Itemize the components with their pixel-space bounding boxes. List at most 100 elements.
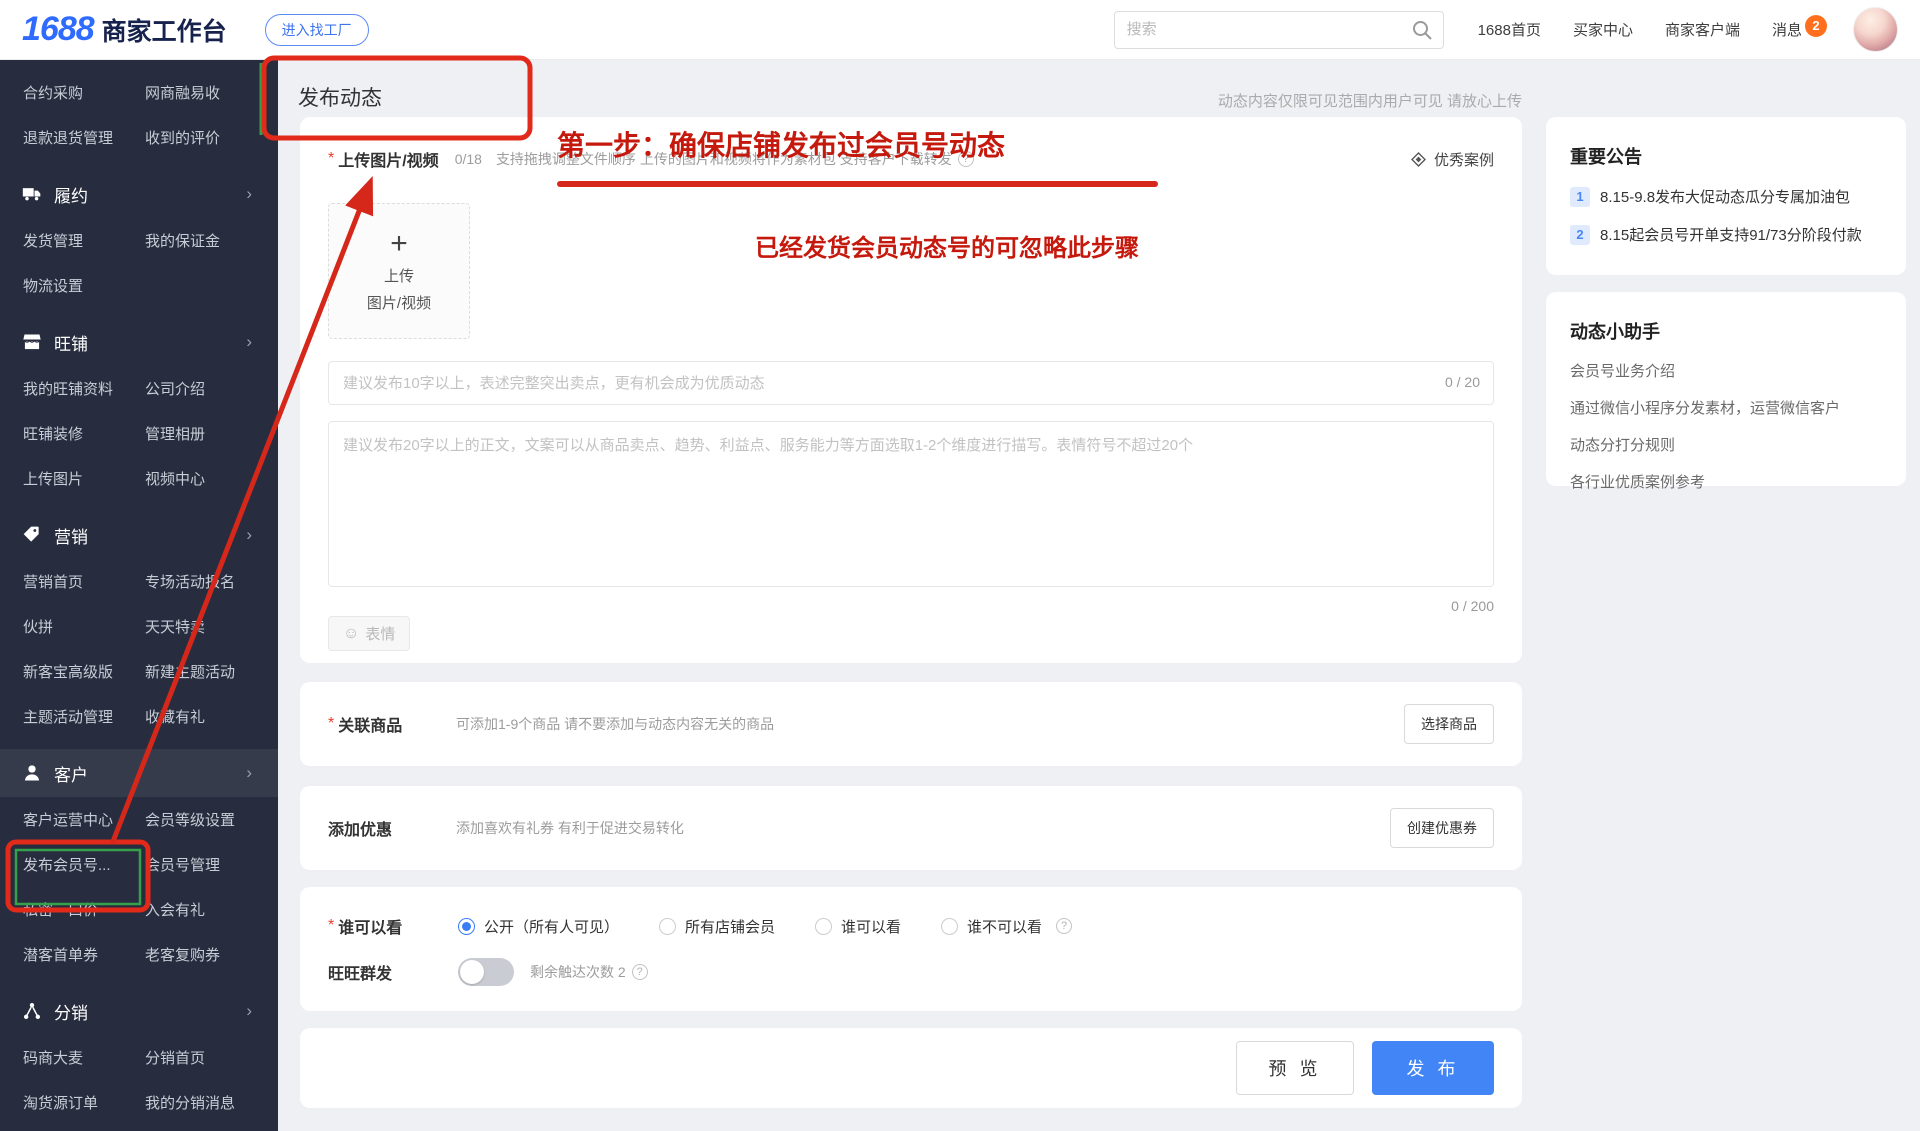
- plus-icon: +: [390, 229, 408, 259]
- upload-label-row: * 上传图片/视频 0/18 支持拖拽调整文件顺序 上传的图片和视频将作为素材包…: [328, 147, 1494, 171]
- broadcast-toggle[interactable]: [458, 958, 514, 986]
- sidebar-link[interactable]: 入会有礼: [145, 899, 252, 920]
- title-field-wrap: 0 / 20: [328, 361, 1494, 405]
- sidebar-link[interactable]: 旺铺装修: [23, 423, 145, 444]
- sidebar-link[interactable]: 视频中心: [145, 468, 252, 489]
- sidebar-link[interactable]: 私密一口价: [23, 899, 145, 920]
- nav-link-buyer-center[interactable]: 买家中心: [1573, 19, 1633, 40]
- chevron-right-icon: ›: [246, 525, 252, 545]
- create-coupon-button[interactable]: 创建优惠券: [1390, 808, 1494, 848]
- sidebar-link[interactable]: 伙拼: [23, 616, 145, 637]
- publish-button[interactable]: 发 布: [1372, 1041, 1494, 1095]
- sidebar-group-header[interactable]: 客户›: [0, 749, 278, 797]
- toggle-knob: [460, 960, 484, 984]
- visibility-option-radio[interactable]: 谁不可以看: [941, 916, 1042, 937]
- sidebar-link[interactable]: 我的分销消息: [145, 1092, 252, 1113]
- preview-button[interactable]: 预 览: [1236, 1041, 1354, 1095]
- sidebar-link[interactable]: 码商大麦: [23, 1047, 145, 1068]
- sidebar: 合约采购网商融易收退款退货管理收到的评价履约›发货管理我的保证金物流设置旺铺›我…: [0, 60, 278, 1131]
- logo-1688[interactable]: 1688 商家工作台: [22, 10, 227, 49]
- broadcast-label-wrap: 旺旺群发: [328, 960, 458, 984]
- related-products-label: 关联商品: [338, 712, 402, 736]
- assistant-link[interactable]: 动态分打分规则: [1570, 434, 1882, 455]
- sidebar-link[interactable]: 上传图片: [23, 468, 145, 489]
- question-icon[interactable]: ?: [1056, 918, 1072, 934]
- sidebar-link[interactable]: 网商融易收: [145, 82, 252, 103]
- sidebar-row: 上传图片视频中心: [0, 456, 278, 501]
- dynamic-title-input[interactable]: [328, 361, 1494, 405]
- announcements-card: 重要公告 18.15-9.8发布大促动态瓜分专属加油包28.15起会员号开单支持…: [1546, 117, 1906, 275]
- sidebar-link[interactable]: 营销首页: [23, 571, 145, 592]
- sidebar-row: 私密一口价入会有礼: [0, 887, 278, 932]
- sidebar-link[interactable]: 公司介绍: [145, 378, 252, 399]
- emoji-button[interactable]: ☺ 表情: [328, 616, 410, 651]
- sidebar-link[interactable]: 会员号管理: [145, 854, 252, 875]
- assistant-link[interactable]: 通过微信小程序分发素材，运营微信客户: [1570, 397, 1882, 418]
- sidebar-link[interactable]: 新建主题活动: [145, 661, 252, 682]
- sidebar-link[interactable]: 管理相册: [145, 423, 252, 444]
- sidebar-link[interactable]: 老客复购券: [145, 944, 252, 965]
- related-products-row: * 关联商品 可添加1-9个商品 请不要添加与动态内容无关的商品 选择商品: [300, 682, 1522, 766]
- user-avatar[interactable]: [1853, 7, 1898, 52]
- announcement-item[interactable]: 28.15起会员号开单支持91/73分阶段付款: [1570, 224, 1882, 245]
- nav-link-messages[interactable]: 消息 2: [1772, 19, 1827, 40]
- sidebar-link[interactable]: 合约采购: [23, 82, 145, 103]
- sidebar-link[interactable]: 分销首页: [145, 1047, 252, 1068]
- sidebar-link[interactable]: 发布会员号...: [23, 854, 145, 875]
- sidebar-group-header[interactable]: 旺铺›: [0, 318, 278, 366]
- sidebar-link[interactable]: 专场活动报名: [145, 571, 252, 592]
- sidebar-group-header[interactable]: 营销›: [0, 511, 278, 559]
- visibility-option-label: 公开（所有人可见）: [484, 916, 619, 937]
- share-icon: [22, 1001, 42, 1021]
- question-icon[interactable]: ?: [958, 151, 974, 167]
- sidebar-group-header[interactable]: 履约›: [0, 170, 278, 218]
- logo-text: 商家工作台: [102, 12, 227, 48]
- nav-link-1688-home[interactable]: 1688首页: [1478, 19, 1541, 40]
- announcement-item[interactable]: 18.15-9.8发布大促动态瓜分专属加油包: [1570, 186, 1882, 207]
- sidebar-link[interactable]: 会员等级设置: [145, 809, 252, 830]
- sidebar-link[interactable]: 主题活动管理: [23, 706, 145, 727]
- sidebar-link[interactable]: 淘货源订单: [23, 1092, 145, 1113]
- sidebar-link[interactable]: 天天特卖: [145, 616, 252, 637]
- page-title: 发布动态: [298, 82, 382, 112]
- sidebar-link[interactable]: 我的保证金: [145, 230, 252, 251]
- visibility-option-radio[interactable]: 所有店铺会员: [659, 916, 775, 937]
- sidebar-link[interactable]: 收到的评价: [145, 127, 252, 148]
- search-icon[interactable]: [1410, 18, 1434, 47]
- question-icon[interactable]: ?: [632, 964, 648, 980]
- truck-icon: [22, 184, 42, 204]
- emoji-button-label: 表情: [365, 623, 395, 644]
- select-product-button[interactable]: 选择商品: [1404, 704, 1494, 744]
- add-discount-hint: 添加喜欢有礼券 有利于促进交易转化: [456, 818, 1390, 838]
- assistant-link[interactable]: 会员号业务介绍: [1570, 360, 1882, 381]
- assistant-link[interactable]: 各行业优质案例参考: [1570, 471, 1882, 492]
- sidebar-link[interactable]: 收藏有礼: [145, 706, 252, 727]
- sidebar-row: 发货管理我的保证金: [0, 218, 278, 263]
- broadcast-label: 旺旺群发: [328, 960, 392, 984]
- tags-icon: [22, 525, 42, 545]
- required-asterisk: *: [328, 917, 334, 935]
- sidebar-group-header[interactable]: 分销›: [0, 987, 278, 1035]
- related-products-card: * 关联商品 可添加1-9个商品 请不要添加与动态内容无关的商品 选择商品: [300, 682, 1522, 766]
- sidebar-link[interactable]: 客户运营中心: [23, 809, 145, 830]
- add-discount-row: 添加优惠 添加喜欢有礼券 有利于促进交易转化 创建优惠券: [300, 786, 1522, 870]
- sidebar-link[interactable]: 发货管理: [23, 230, 145, 251]
- search-input[interactable]: [1114, 11, 1444, 49]
- visibility-option-radio[interactable]: 公开（所有人可见）: [458, 916, 619, 937]
- messages-label: 消息: [1772, 19, 1802, 40]
- dynamic-body-textarea[interactable]: [328, 421, 1494, 587]
- excellent-cases-link[interactable]: 优秀案例: [1410, 149, 1494, 170]
- sidebar-link[interactable]: 我的旺铺资料: [23, 378, 145, 399]
- enter-factory-button[interactable]: 进入找工厂: [265, 14, 369, 46]
- sidebar-link[interactable]: 退款退货管理: [23, 127, 145, 148]
- sidebar-link[interactable]: 潜客首单券: [23, 944, 145, 965]
- body-char-counter: 0 / 200: [328, 598, 1494, 614]
- visibility-option-radio[interactable]: 谁可以看: [815, 916, 901, 937]
- sidebar-link[interactable]: 新客宝高级版: [23, 661, 145, 682]
- nav-link-merchant-client[interactable]: 商家客户端: [1665, 19, 1740, 40]
- upload-tile-button[interactable]: + 上传 图片/视频: [328, 203, 470, 339]
- sidebar-link[interactable]: 物流设置: [23, 275, 145, 296]
- related-products-label-wrap: * 关联商品: [328, 712, 456, 736]
- announcement-number-badge: 2: [1570, 225, 1590, 245]
- related-products-hint: 可添加1-9个商品 请不要添加与动态内容无关的商品: [456, 714, 1404, 734]
